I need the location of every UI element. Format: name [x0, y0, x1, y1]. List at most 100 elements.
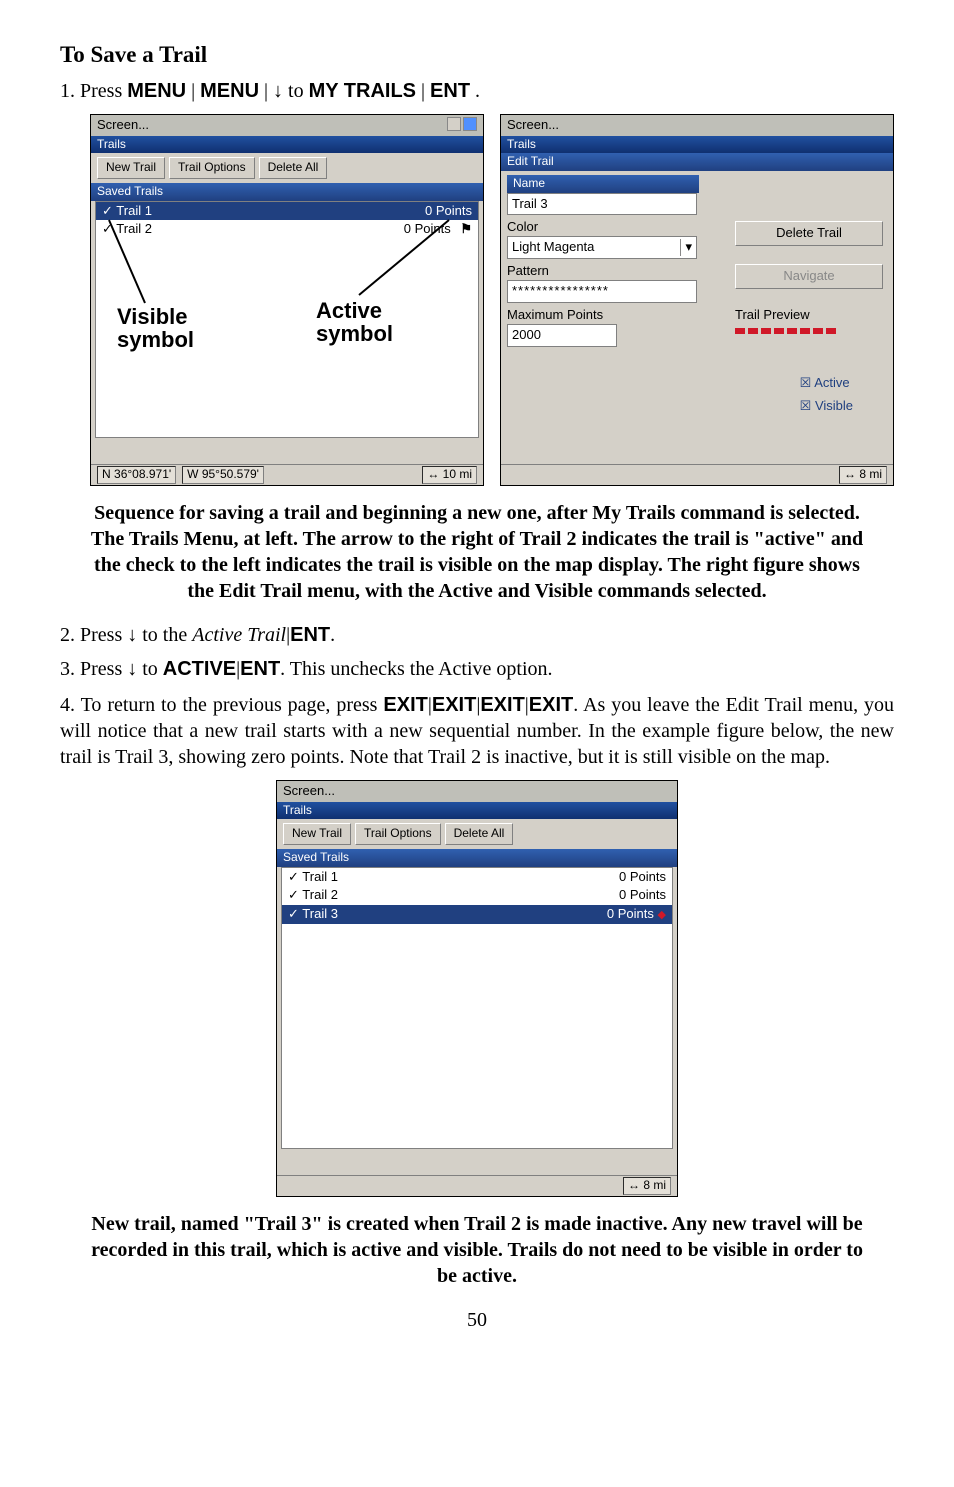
new-trail-button[interactable]: New Trail	[97, 157, 165, 179]
scale-icon: ↔	[844, 467, 856, 481]
delete-trail-button[interactable]: Delete Trail	[735, 221, 883, 246]
key-exit: EXIT	[383, 694, 427, 716]
active-checkbox[interactable]: ☒ Active	[800, 375, 853, 392]
edit-trail-screenshot: Screen... Trails Edit Trail Name Trail 3…	[500, 114, 894, 486]
text: to the	[137, 624, 192, 646]
check-icon: ✓	[102, 221, 113, 236]
section-trails: Trails	[91, 136, 483, 154]
trail-name: Trail 2	[302, 887, 338, 902]
title-text: Screen...	[97, 117, 149, 132]
trail-points: 0 Points	[619, 887, 666, 904]
lon-dir: W	[187, 467, 198, 481]
trail-preview: Trail Preview	[735, 307, 883, 334]
trail-name: Trail 3	[302, 906, 338, 921]
delete-all-button[interactable]: Delete All	[259, 157, 328, 179]
figure-caption-1: Sequence for saving a trail and beginnin…	[90, 500, 864, 604]
list-item[interactable]: ✓ Trail 2 0 Points ⚑	[96, 220, 478, 239]
sep: |	[421, 80, 425, 102]
heading-title: To Save a Trail	[60, 40, 894, 70]
name-field[interactable]: Trail 3	[507, 193, 697, 216]
arrow-down-icon: ↓	[127, 624, 137, 646]
trail-points: 0 Points	[619, 869, 666, 886]
saved-trails-header: Saved Trails	[91, 183, 483, 201]
window-title: Screen...	[277, 781, 677, 802]
text: . This unchecks the Active option.	[280, 658, 552, 680]
key-menu2: MENU	[200, 80, 259, 102]
saved-trails-header: Saved Trails	[277, 849, 677, 867]
preview-label: Trail Preview	[735, 307, 883, 324]
trail-points: 0 Points	[404, 221, 451, 236]
trails-menu-screenshot: Screen... Trails New Trail Trail Options…	[90, 114, 484, 486]
color-select[interactable]: Light Magenta ▾	[507, 236, 697, 259]
key-exit: EXIT	[432, 694, 476, 716]
dot: .	[475, 80, 480, 102]
status-bar: N 36°08.971' W 95°50.579' ↔ 10 mi	[91, 464, 483, 485]
scale-icon: ↔	[427, 467, 439, 481]
key-active: ACTIVE	[163, 658, 236, 680]
window-control-icon[interactable]	[463, 117, 477, 131]
key-ent: ENT	[290, 624, 330, 646]
key-ent: ENT	[240, 658, 280, 680]
maxpoints-field[interactable]: 2000	[507, 324, 617, 347]
check-icon: ✓	[102, 203, 113, 218]
trail-options-button[interactable]: Trail Options	[355, 823, 441, 845]
latitude: 36°08.971'	[114, 467, 171, 481]
arrow-down-icon: ↓	[127, 658, 137, 680]
navigate-button: Navigate	[735, 264, 883, 289]
new-trail-button[interactable]: New Trail	[283, 823, 351, 845]
trail-name: Trail 1	[116, 203, 152, 218]
window-control-icon[interactable]	[447, 117, 461, 131]
status-bar: ↔ 8 mi	[501, 464, 893, 485]
text: to	[288, 80, 309, 102]
visible-checkbox[interactable]: ☒ Visible	[800, 398, 853, 415]
chevron-down-icon[interactable]: ▾	[680, 239, 692, 256]
trail-points: 0 Points	[425, 203, 472, 220]
key-mytrails: MY TRAILS	[309, 80, 416, 102]
text: to	[137, 658, 163, 680]
window-title: Screen...	[501, 115, 893, 136]
step-1: 1. Press MENU | MENU | ↓ to MY TRAILS | …	[60, 78, 894, 104]
page-number: 50	[60, 1307, 894, 1333]
status-bar: ↔ 8 mi	[277, 1175, 677, 1196]
longitude: 95°50.579'	[202, 467, 259, 481]
dot: .	[330, 624, 335, 646]
trail-options-button[interactable]: Trail Options	[169, 157, 255, 179]
scale-value: 8 mi	[859, 467, 882, 481]
name-label: Name	[507, 175, 699, 193]
list-item[interactable]: ✓ Trail 1 0 Points	[282, 868, 672, 887]
step-2: 2. Press ↓ to the Active Trail|ENT.	[60, 622, 894, 648]
active-flag-icon: ◆	[658, 909, 666, 921]
check-icon: ✓	[288, 906, 299, 921]
annotation-active: Active symbol	[316, 299, 393, 345]
name-group: Name Trail 3	[507, 175, 887, 215]
annotation-visible: Visible symbol	[117, 305, 194, 351]
text: 3. Press	[60, 658, 127, 680]
text: Active Trail	[192, 624, 286, 646]
arrow-down-icon: ↓	[273, 80, 283, 102]
key-exit: EXIT	[480, 694, 524, 716]
trails-list[interactable]: ✓ Trail 1 0 Points ✓ Trail 2 0 Points ✓ …	[281, 867, 673, 1149]
list-item[interactable]: ✓ Trail 1 0 Points	[96, 202, 478, 221]
section-trails: Trails	[501, 136, 893, 154]
key-exit: EXIT	[529, 694, 573, 716]
scale-value: 10 mi	[443, 467, 472, 481]
edit-trail-header: Edit Trail	[501, 153, 893, 171]
section-trails: Trails	[277, 802, 677, 820]
check-icon: ✓	[288, 887, 299, 902]
delete-all-button[interactable]: Delete All	[445, 823, 514, 845]
figure-caption-2: New trail, named "Trail 3" is created wh…	[90, 1211, 864, 1289]
preview-swatch	[735, 328, 883, 334]
trail-name: Trail 1	[302, 869, 338, 884]
list-item[interactable]: ✓ Trail 3 0 Points ◆	[282, 905, 672, 924]
list-item[interactable]: ✓ Trail 2 0 Points	[282, 886, 672, 905]
text: 1. Press	[60, 80, 127, 102]
scale-icon: ↔	[628, 1178, 640, 1192]
key-ent: ENT	[430, 80, 470, 102]
text: 4. To return to the previous page, press	[60, 694, 383, 716]
check-icon: ✓	[288, 869, 299, 884]
text: 2. Press	[60, 624, 127, 646]
active-flag-icon: ⚑	[460, 221, 472, 236]
pattern-field[interactable]: ****************	[507, 280, 697, 303]
step-3: 3. Press ↓ to ACTIVE|ENT. This unchecks …	[60, 656, 894, 682]
key-menu1: MENU	[127, 80, 186, 102]
